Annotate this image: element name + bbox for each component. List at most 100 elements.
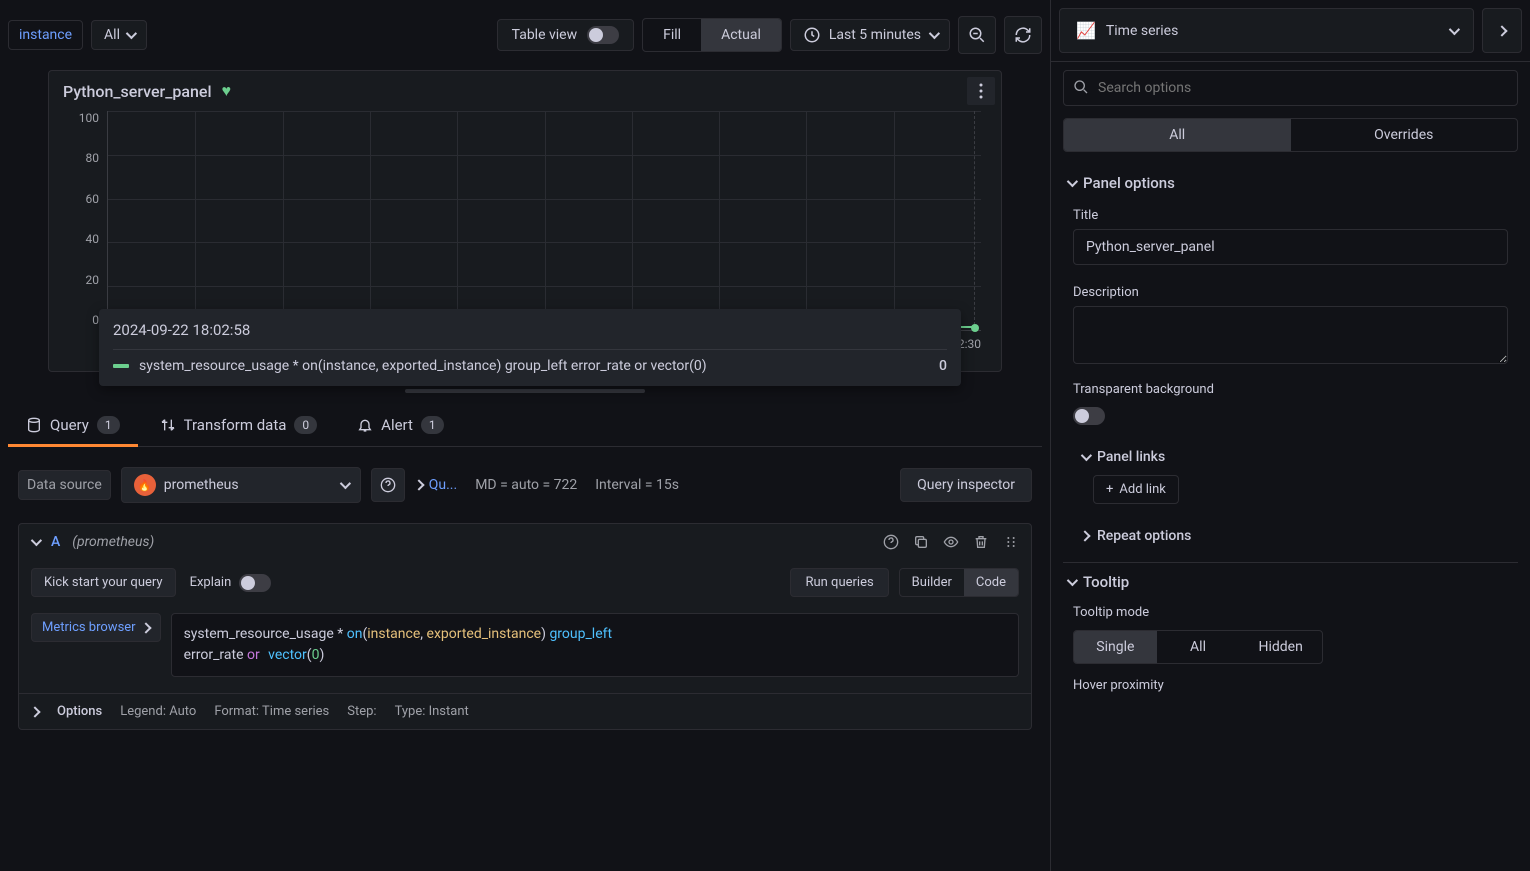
- variable-link[interactable]: instance: [8, 20, 83, 50]
- metrics-browser-label: Metrics browser: [42, 620, 136, 635]
- copy-icon[interactable]: [913, 534, 929, 550]
- plus-icon: +: [1106, 482, 1113, 497]
- search-options-input[interactable]: [1063, 70, 1518, 106]
- y-tick: 100: [69, 111, 99, 125]
- resize-handle[interactable]: [405, 389, 645, 393]
- chevron-down-icon: [1067, 176, 1078, 187]
- kick-start-button[interactable]: Kick start your query: [31, 568, 176, 597]
- toggle-switch[interactable]: [587, 26, 619, 44]
- tooltip-series-label: system_resource_usage * on(instance, exp…: [139, 358, 707, 374]
- trash-icon[interactable]: [973, 534, 989, 550]
- chevron-down-icon: [1081, 450, 1092, 461]
- bottom-tabs: Query 1 Transform data 0 Alert 1: [8, 404, 1042, 447]
- section-label: Tooltip: [1083, 573, 1129, 591]
- zoom-out-button[interactable]: [958, 16, 996, 54]
- add-link-label: Add link: [1119, 482, 1165, 497]
- table-view-toggle[interactable]: Table view: [497, 19, 635, 51]
- interval-info: Interval = 15s: [595, 477, 679, 493]
- metrics-browser-button[interactable]: Metrics browser: [31, 613, 161, 642]
- all-tab[interactable]: All: [1064, 119, 1291, 151]
- query-editor: A (prometheus) Kick start your query Exp…: [18, 523, 1032, 730]
- type-info: Type: Instant: [395, 704, 469, 719]
- series-swatch: [113, 364, 129, 368]
- drag-handle-icon[interactable]: [1003, 534, 1019, 550]
- help-button[interactable]: [371, 468, 405, 502]
- bell-icon: [357, 417, 373, 433]
- time-range-picker[interactable]: Last 5 minutes: [790, 19, 950, 51]
- mode-single[interactable]: Single: [1074, 631, 1157, 663]
- qu-label: Qu...: [429, 477, 457, 493]
- hover-proximity-label: Hover proximity: [1063, 664, 1518, 695]
- description-input[interactable]: [1073, 306, 1508, 364]
- chevron-right-icon: [1496, 25, 1507, 36]
- query-options-footer: Options Legend: Auto Format: Time series…: [19, 693, 1031, 729]
- query-options-expand[interactable]: Qu...: [415, 477, 457, 493]
- transform-icon: [160, 417, 176, 433]
- data-source-name: prometheus: [164, 477, 239, 493]
- section-panel-options[interactable]: Panel options: [1063, 164, 1518, 202]
- tooltip-mode-segment: Single All Hidden: [1073, 630, 1323, 664]
- question-icon: [380, 477, 396, 493]
- md-info: MD = auto = 722: [475, 477, 577, 493]
- run-queries-button[interactable]: Run queries: [790, 568, 888, 597]
- fill-actual-segment: Fill Actual: [642, 18, 782, 52]
- section-label: Repeat options: [1097, 528, 1191, 544]
- viz-name: Time series: [1106, 23, 1178, 39]
- chevron-right-icon: [413, 479, 424, 490]
- section-panel-links[interactable]: Panel links: [1063, 439, 1518, 475]
- y-tick: 80: [69, 151, 99, 165]
- query-row-id[interactable]: A: [51, 534, 60, 550]
- mode-all[interactable]: All: [1157, 631, 1240, 663]
- step-info: Step:: [347, 704, 376, 719]
- sidebar-collapse-button[interactable]: [1482, 8, 1522, 53]
- query-inspector-button[interactable]: Query inspector: [900, 468, 1032, 502]
- explain-toggle[interactable]: Explain: [190, 574, 272, 592]
- panel-menu-button[interactable]: [967, 77, 995, 105]
- refresh-button[interactable]: [1004, 16, 1042, 54]
- data-source-select[interactable]: 🔥 prometheus: [121, 467, 361, 503]
- actual-button[interactable]: Actual: [701, 19, 781, 51]
- query-code-editor[interactable]: system_resource_usage * on(instance, exp…: [171, 613, 1019, 677]
- tooltip-mode-label: Tooltip mode: [1063, 601, 1518, 624]
- chevron-down-icon: [126, 28, 137, 39]
- clock-icon: [803, 26, 821, 44]
- title-input[interactable]: [1073, 229, 1508, 265]
- collapse-icon[interactable]: [31, 535, 42, 546]
- panel: Python_server_panel ♥ 100 80 60 40 20 0: [48, 70, 1002, 372]
- section-repeat-options[interactable]: Repeat options: [1063, 518, 1518, 554]
- tab-alert[interactable]: Alert 1: [339, 404, 462, 446]
- query-row-source: (prometheus): [72, 534, 154, 550]
- eye-icon[interactable]: [943, 534, 959, 550]
- series-point: [971, 324, 979, 332]
- options-label[interactable]: Options: [57, 704, 102, 719]
- legend-info: Legend: Auto: [120, 704, 196, 719]
- panel-resizer[interactable]: [48, 386, 1002, 396]
- timeseries-icon: 📈: [1076, 21, 1096, 40]
- data-source-label: Data source: [18, 470, 111, 500]
- add-link-button[interactable]: + Add link: [1093, 475, 1179, 504]
- viz-picker[interactable]: 📈 Time series: [1059, 8, 1474, 53]
- builder-code-segment: Builder Code: [899, 568, 1019, 597]
- tab-transform[interactable]: Transform data 0: [142, 404, 336, 446]
- plot[interactable]: [107, 111, 981, 331]
- transparent-toggle[interactable]: [1073, 407, 1105, 425]
- tab-query[interactable]: Query 1: [8, 404, 138, 446]
- help-icon[interactable]: [883, 534, 899, 550]
- code-button[interactable]: Code: [964, 569, 1018, 596]
- chevron-down-icon: [340, 478, 351, 489]
- fill-button[interactable]: Fill: [643, 19, 701, 51]
- zoom-out-icon: [968, 26, 986, 44]
- chevron-right-icon[interactable]: [29, 706, 40, 717]
- panel-header: Python_server_panel ♥: [49, 71, 1001, 111]
- chevron-right-icon: [1079, 530, 1090, 541]
- chevron-down-icon: [1449, 23, 1460, 34]
- y-tick: 40: [69, 232, 99, 246]
- toggle-switch[interactable]: [239, 574, 271, 592]
- mode-hidden[interactable]: Hidden: [1239, 631, 1322, 663]
- query-options-row: Data source 🔥 prometheus Qu... MD = auto…: [8, 455, 1042, 515]
- builder-button[interactable]: Builder: [900, 569, 964, 596]
- variable-value-select[interactable]: All: [91, 20, 147, 50]
- overrides-tab[interactable]: Overrides: [1291, 119, 1518, 151]
- query-row-actions: [883, 534, 1019, 550]
- section-tooltip[interactable]: Tooltip: [1063, 562, 1518, 601]
